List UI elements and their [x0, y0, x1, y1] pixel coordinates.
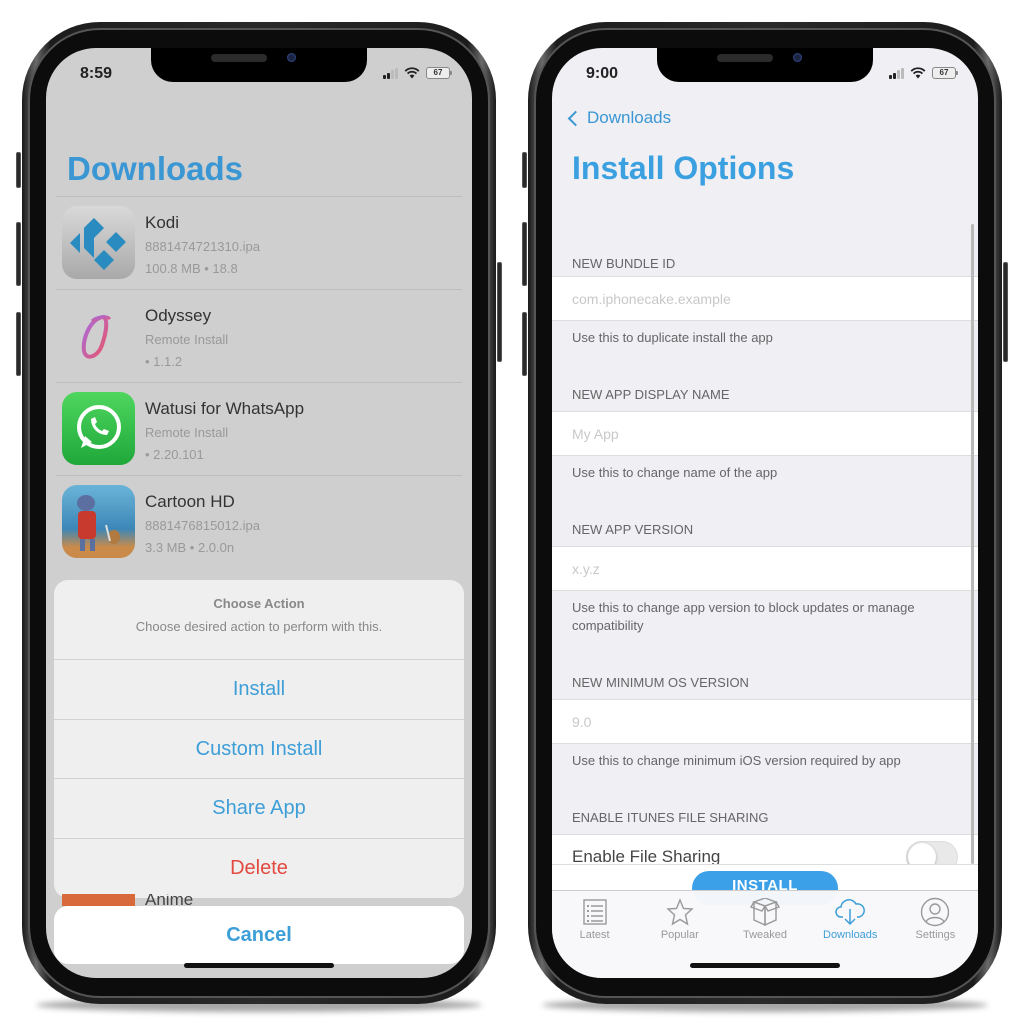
left-screen: 8:59 67 Downloads Kodi 8881474721310.ipa…	[46, 48, 472, 978]
notch	[657, 48, 873, 82]
app-meta: • 2.20.101	[145, 447, 204, 462]
app-name: Cartoon HD	[145, 492, 235, 511]
tab-settings[interactable]: Settings	[893, 891, 978, 978]
tab-label: Downloads	[823, 929, 878, 941]
app-source: Remote Install	[145, 332, 229, 347]
notch	[151, 48, 367, 82]
power-button	[497, 262, 502, 362]
app-meta: • 1.1.2	[145, 354, 183, 369]
display-name-field-row	[552, 411, 978, 456]
box-icon	[750, 898, 780, 926]
tab-label: Settings	[915, 929, 956, 941]
power-button	[1003, 262, 1008, 362]
odyssey-icon	[62, 299, 135, 372]
bundle-id-input[interactable]	[572, 290, 958, 307]
list-item: Anime	[56, 894, 462, 906]
section-footer: Use this to duplicate install the app	[572, 330, 773, 345]
share-app-action-button[interactable]: Share App	[54, 779, 464, 839]
app-source: Remote Install	[145, 425, 229, 440]
action-sheet: Choose Action Choose desired action to p…	[54, 580, 464, 898]
home-indicator[interactable]	[184, 963, 334, 968]
status-time: 9:00	[586, 65, 619, 82]
section-footer: Use this to change minimum iOS version r…	[572, 753, 901, 768]
app-name: Odyssey	[145, 306, 212, 325]
section-header: NEW MINIMUM OS VERSION	[572, 675, 749, 690]
app-name: Anime	[145, 894, 194, 906]
install-action-button[interactable]: Install	[54, 660, 464, 720]
section-footer: Use this to change name of the app	[572, 465, 778, 480]
wifi-icon	[404, 67, 420, 79]
page-title: Downloads	[67, 150, 244, 187]
app-meta: 3.3 MB • 2.0.0n	[145, 540, 235, 555]
action-sheet-message: Choose desired action to perform with th…	[135, 619, 383, 634]
tab-label: Tweaked	[742, 929, 788, 941]
battery-icon: 67	[932, 67, 958, 79]
volume-down-button	[16, 312, 21, 376]
app-file: 8881474721310.ipa	[145, 239, 260, 254]
page-title: Install Options	[572, 150, 795, 186]
section-header: NEW APP DISPLAY NAME	[572, 387, 730, 402]
cancel-button[interactable]: Cancel	[54, 906, 464, 964]
section-header: ENABLE ITUNES FILE SHARING	[572, 810, 769, 825]
star-icon	[666, 898, 694, 926]
back-button[interactable]: Downloads	[566, 108, 671, 128]
status-time: 8:59	[80, 65, 113, 82]
volume-up-button	[522, 222, 527, 286]
list-item[interactable]: Watusi for WhatsApp Remote Install • 2.2…	[56, 382, 462, 475]
back-label: Downloads	[587, 108, 672, 127]
downloads-list: Kodi 8881474721310.ipa 100.8 MB • 18.8 O…	[56, 196, 462, 568]
action-sheet-title: Choose Action	[213, 596, 305, 611]
battery-icon: 67	[426, 67, 452, 79]
cloud-download-icon	[835, 899, 866, 926]
section-header: NEW APP VERSION	[572, 522, 694, 537]
min-os-version-field-row	[552, 699, 978, 744]
app-file: 8881476815012.ipa	[145, 518, 260, 533]
right-phone-mockup: 9:00 67 Downloads Install Options NEW BU…	[522, 22, 1008, 1012]
min-os-version-input[interactable]	[572, 713, 958, 730]
mute-switch	[16, 152, 21, 188]
cellular-signal-icon	[383, 67, 398, 79]
bundle-id-field-row	[552, 276, 978, 321]
delete-action-button[interactable]: Delete	[54, 839, 464, 899]
app-name: Watusi for WhatsApp	[145, 399, 305, 418]
cellular-signal-icon	[889, 67, 904, 79]
home-indicator[interactable]	[690, 963, 840, 968]
tab-latest[interactable]: Latest	[552, 891, 637, 978]
app-version-input[interactable]	[572, 560, 958, 577]
install-options-form: NEW BUNDLE ID Use this to duplicate inst…	[552, 220, 978, 905]
person-icon	[921, 897, 950, 927]
display-name-input[interactable]	[572, 425, 958, 442]
app-version-field-row	[552, 546, 978, 591]
whatsapp-icon	[62, 392, 135, 465]
volume-down-button	[522, 312, 527, 376]
wifi-icon	[910, 67, 926, 79]
app-name: Kodi	[145, 213, 180, 232]
volume-up-button	[16, 222, 21, 286]
chevron-left-icon	[567, 110, 584, 126]
section-header: NEW BUNDLE ID	[572, 256, 676, 271]
scrollbar[interactable]	[971, 224, 974, 864]
list-item[interactable]: Cartoon HD 8881476815012.ipa 3.3 MB • 2.…	[56, 475, 462, 568]
list-item[interactable]: Kodi 8881474721310.ipa 100.8 MB • 18.8	[56, 196, 462, 289]
section-footer: Use this to change app version to block …	[572, 600, 915, 633]
mute-switch	[522, 152, 527, 188]
app-meta: 100.8 MB • 18.8	[145, 261, 238, 276]
list-item[interactable]: Odyssey Remote Install • 1.1.2	[56, 289, 462, 382]
tab-label: Latest	[579, 929, 610, 941]
left-phone-mockup: 8:59 67 Downloads Kodi 8881474721310.ipa…	[16, 22, 502, 1012]
kodi-icon	[62, 206, 135, 279]
cartoon-hd-icon	[62, 485, 135, 558]
tab-label: Popular	[660, 929, 699, 941]
anime-icon	[62, 894, 135, 906]
right-screen: 9:00 67 Downloads Install Options NEW BU…	[552, 48, 978, 978]
custom-install-action-button[interactable]: Custom Install	[54, 720, 464, 779]
list-icon	[582, 899, 607, 925]
